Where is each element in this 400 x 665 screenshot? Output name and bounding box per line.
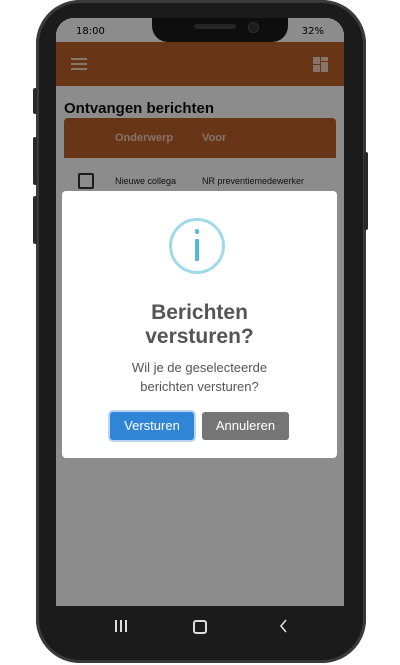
dialog-title-line-1: Berichten [151, 301, 248, 324]
cancel-button[interactable]: Annuleren [202, 412, 289, 440]
info-icon [169, 218, 225, 274]
phone-side-button [33, 137, 37, 185]
phone-side-button [33, 88, 37, 114]
home-icon[interactable] [193, 620, 207, 634]
dialog-message-line-2: berichten versturen? [140, 379, 259, 394]
navigation-bar [56, 606, 344, 648]
phone-side-button [364, 152, 368, 230]
back-icon[interactable] [276, 618, 292, 634]
dialog-message-line-1: Wil je de geselecteerde [131, 360, 268, 375]
dialog-title: Berichten versturen? [62, 301, 337, 349]
confirm-dialog: Berichten versturen? Wil je de geselecte… [62, 191, 337, 458]
dialog-message: Wil je de geselecteerde berichten verstu… [62, 358, 337, 396]
dialog-title-line-2: versturen? [145, 325, 254, 348]
send-button[interactable]: Versturen [110, 412, 194, 440]
recent-apps-icon[interactable] [115, 620, 129, 632]
phone-side-button [33, 196, 37, 244]
